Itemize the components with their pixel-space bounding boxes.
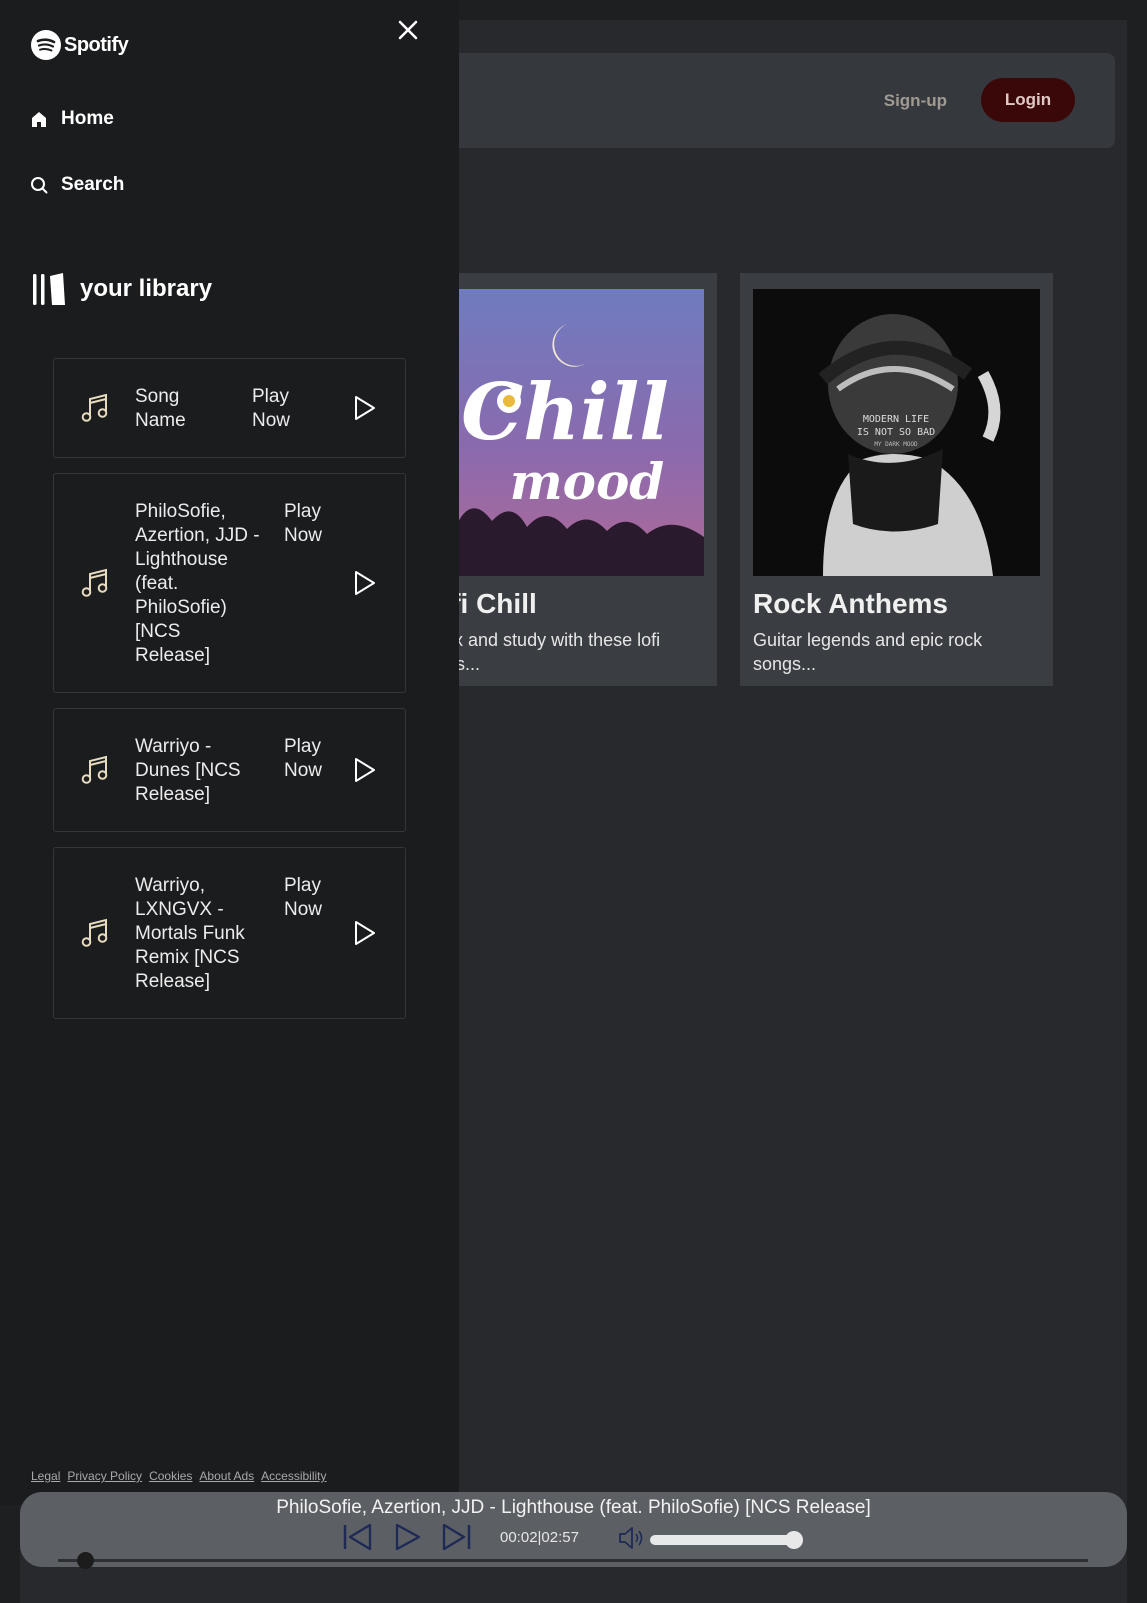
spotify-logo[interactable]: Spotify [31,30,129,60]
close-sidebar-button[interactable] [393,15,423,45]
your-library-header[interactable]: your library [32,272,212,306]
volume-slider-handle[interactable] [785,1531,804,1549]
spotify-icon [31,30,61,60]
library-song-item[interactable]: Warriyo, LXNGVX - Mortals Funk Remix [NC… [53,847,406,1019]
next-track-button[interactable] [440,1522,472,1552]
volume-slider[interactable] [650,1535,802,1545]
seek-bar-handle[interactable] [77,1552,95,1569]
library-song-item[interactable]: Warriyo - Dunes [NCS Release] Play Now [53,708,406,832]
rock-cover-text-3: MY DARK MOOD [874,441,918,448]
play-pause-button[interactable] [392,1522,422,1552]
library-label: your library [80,275,213,302]
signup-button[interactable]: Sign-up [884,91,947,111]
play-icon[interactable] [353,757,377,783]
footer-link-privacy[interactable]: Privacy Policy [67,1469,142,1483]
player-bar: PhiloSofie, Azertion, JJD - Lighthouse (… [20,1492,1127,1569]
nav-home-label: Home [61,108,114,129]
rock-cover-image: MODERN LIFE IS NOT SO BAD MY DARK MOOD [753,289,1040,576]
library-song-item[interactable]: Song Name Play Now [53,358,406,458]
play-icon[interactable] [353,920,377,946]
play-icon[interactable] [353,570,377,596]
music-note-icon [81,393,108,422]
playback-controls [342,1522,472,1552]
footer-link-cookies[interactable]: Cookies [149,1469,192,1483]
seek-bar[interactable] [58,1559,1088,1562]
track-time: 00:02|02:57 [500,1529,579,1546]
play-now-label[interactable]: Play Now [284,500,334,548]
music-note-icon [81,755,108,784]
rock-cover-text-1: MODERN LIFE [863,414,929,425]
music-note-icon [81,568,108,597]
sidebar: Spotify Home Search your library Song Na… [0,0,459,1505]
footer-link-about-ads[interactable]: About Ads [199,1469,254,1483]
mood-text: mood [510,452,665,511]
library-icon [33,273,65,305]
play-icon[interactable] [353,395,377,421]
chill-text: Chill [461,367,669,458]
rock-cover-text-2: IS NOT SO BAD [857,427,935,438]
nav-home[interactable]: Home [30,108,114,130]
footer-links: Legal Privacy Policy Cookies About Ads A… [31,1469,327,1483]
play-now-label[interactable]: Play Now [284,874,334,922]
footer-link-legal[interactable]: Legal [31,1469,60,1483]
now-playing-title: PhiloSofie, Azertion, JJD - Lighthouse (… [276,1497,871,1518]
song-name: Warriyo - Dunes [NCS Release] [135,736,241,805]
previous-track-button[interactable] [342,1522,374,1552]
search-icon [31,177,48,194]
home-icon [32,112,46,127]
brand-name: Spotify [64,33,129,56]
close-icon [398,20,418,40]
nav-search-label: Search [61,174,125,195]
music-note-icon [81,918,108,947]
play-now-label[interactable]: Play Now [252,385,302,433]
volume-icon[interactable] [617,1525,647,1551]
song-name: Song Name [135,386,186,431]
lofi-cover-image: Chill mood [417,289,704,576]
play-now-label[interactable]: Play Now [284,735,334,783]
card-title: Rock Anthems [753,588,949,619]
nav-search[interactable]: Search [30,174,124,196]
song-name: Warriyo, LXNGVX - Mortals Funk Remix [NC… [135,875,245,992]
library-song-item[interactable]: PhiloSofie, Azertion, JJD - Lighthouse (… [53,473,406,693]
playlist-card-rock[interactable]: MODERN LIFE IS NOT SO BAD MY DARK MOOD R… [740,273,1053,686]
song-name: PhiloSofie, Azertion, JJD - Lighthouse (… [135,501,260,666]
footer-link-accessibility[interactable]: Accessibility [261,1469,326,1483]
login-button[interactable]: Login [981,78,1075,122]
card-description: Guitar legends and epic rock songs... [753,630,983,674]
